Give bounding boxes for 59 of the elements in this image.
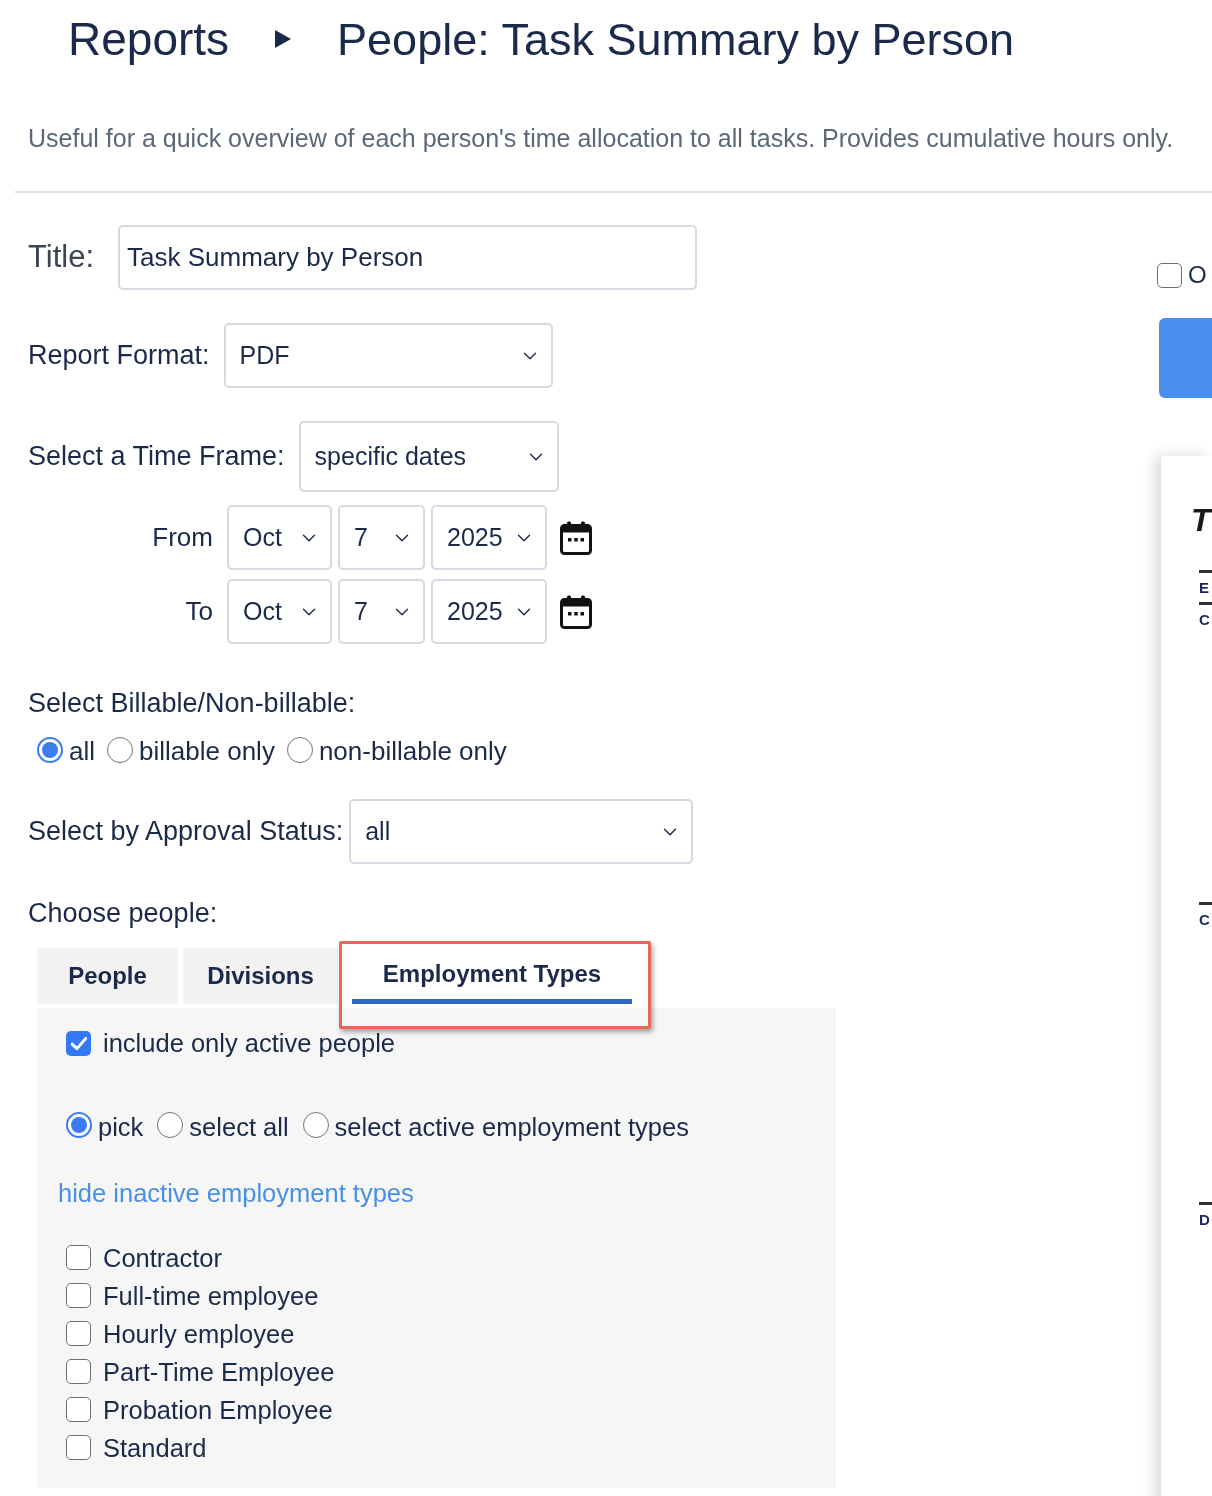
date-label: To xyxy=(184,595,213,628)
calendar-icon[interactable] xyxy=(560,594,592,629)
radio-label[interactable]: billable only xyxy=(139,732,275,771)
page-title: People: Task Summary by Person xyxy=(337,16,1015,62)
checkbox-label[interactable]: Standard xyxy=(103,1428,207,1467)
field-label: Select a Time Frame: xyxy=(28,440,285,474)
radio-label[interactable]: all xyxy=(69,732,95,771)
year-dropdown[interactable]: 2025 xyxy=(431,579,547,644)
checkbox[interactable] xyxy=(66,1030,91,1056)
radio-label[interactable]: non-billable only xyxy=(318,732,507,771)
year-dropdown[interactable]: 2025 xyxy=(431,505,547,570)
month-dropdown[interactable]: Oct xyxy=(227,579,332,644)
title-input[interactable]: Task Summary by Person xyxy=(118,225,697,290)
radio-button[interactable] xyxy=(302,1112,329,1139)
radio-label[interactable]: select active employment types xyxy=(334,1108,689,1147)
preview-heading: E xyxy=(1199,578,1209,598)
field-label: Select by Approval Status: xyxy=(28,815,344,849)
checkbox[interactable] xyxy=(66,1245,91,1271)
checkbox[interactable] xyxy=(1157,262,1182,288)
date-label: From xyxy=(151,521,213,554)
radio-button[interactable] xyxy=(157,1112,184,1139)
radio-label[interactable]: select all xyxy=(189,1108,289,1147)
preview-heading: C xyxy=(1199,610,1210,630)
checkbox-label[interactable]: O xyxy=(1188,257,1207,293)
checkbox-label[interactable]: Part-Time Employee xyxy=(103,1352,335,1391)
checkbox[interactable] xyxy=(66,1283,91,1309)
tab[interactable]: People xyxy=(37,948,178,1004)
check-icon xyxy=(70,1036,87,1050)
calendar-icon[interactable] xyxy=(560,520,592,555)
checkbox[interactable] xyxy=(66,1435,91,1461)
radio-button[interactable] xyxy=(66,1112,92,1139)
tab[interactable]: Divisions xyxy=(183,948,338,1004)
approval-dropdown[interactable]: all xyxy=(349,799,694,864)
radio-button[interactable] xyxy=(286,736,313,763)
month-dropdown[interactable]: Oct xyxy=(227,505,332,570)
day-dropdown[interactable]: 7 xyxy=(338,505,425,570)
checkbox-label[interactable]: include only active people xyxy=(103,1024,396,1063)
field-label: Report Format: xyxy=(28,339,210,373)
checkbox-label[interactable]: Full-time employee xyxy=(103,1276,319,1315)
checkbox-label[interactable]: Hourly employee xyxy=(103,1314,295,1353)
checkbox[interactable] xyxy=(66,1397,91,1423)
section-label: Choose people: xyxy=(28,897,218,930)
checkbox-label[interactable]: Probation Employee xyxy=(103,1390,333,1429)
preview-heading: C xyxy=(1199,910,1210,930)
checkbox[interactable] xyxy=(66,1359,91,1385)
time-frame-dropdown[interactable]: specific dates xyxy=(298,421,559,492)
preview-heading: D xyxy=(1199,1210,1210,1230)
preview-title: T xyxy=(1191,504,1212,536)
triangle-right-icon xyxy=(275,30,292,48)
format-dropdown[interactable]: PDF xyxy=(223,323,553,388)
radio-label[interactable]: pick xyxy=(98,1108,144,1147)
section-label: Select Billable/Non-billable: xyxy=(28,687,356,720)
checkbox[interactable] xyxy=(66,1321,91,1347)
page-description: Useful for a quick overview of each person's time allocation to all tasks. Provides cumulative hours only. xyxy=(28,123,1174,153)
field-label: Title: xyxy=(28,238,96,277)
radio-button[interactable] xyxy=(37,736,63,763)
checkbox-label[interactable]: Contractor xyxy=(103,1238,223,1277)
radio-button[interactable] xyxy=(107,736,133,763)
day-dropdown[interactable]: 7 xyxy=(338,579,425,644)
